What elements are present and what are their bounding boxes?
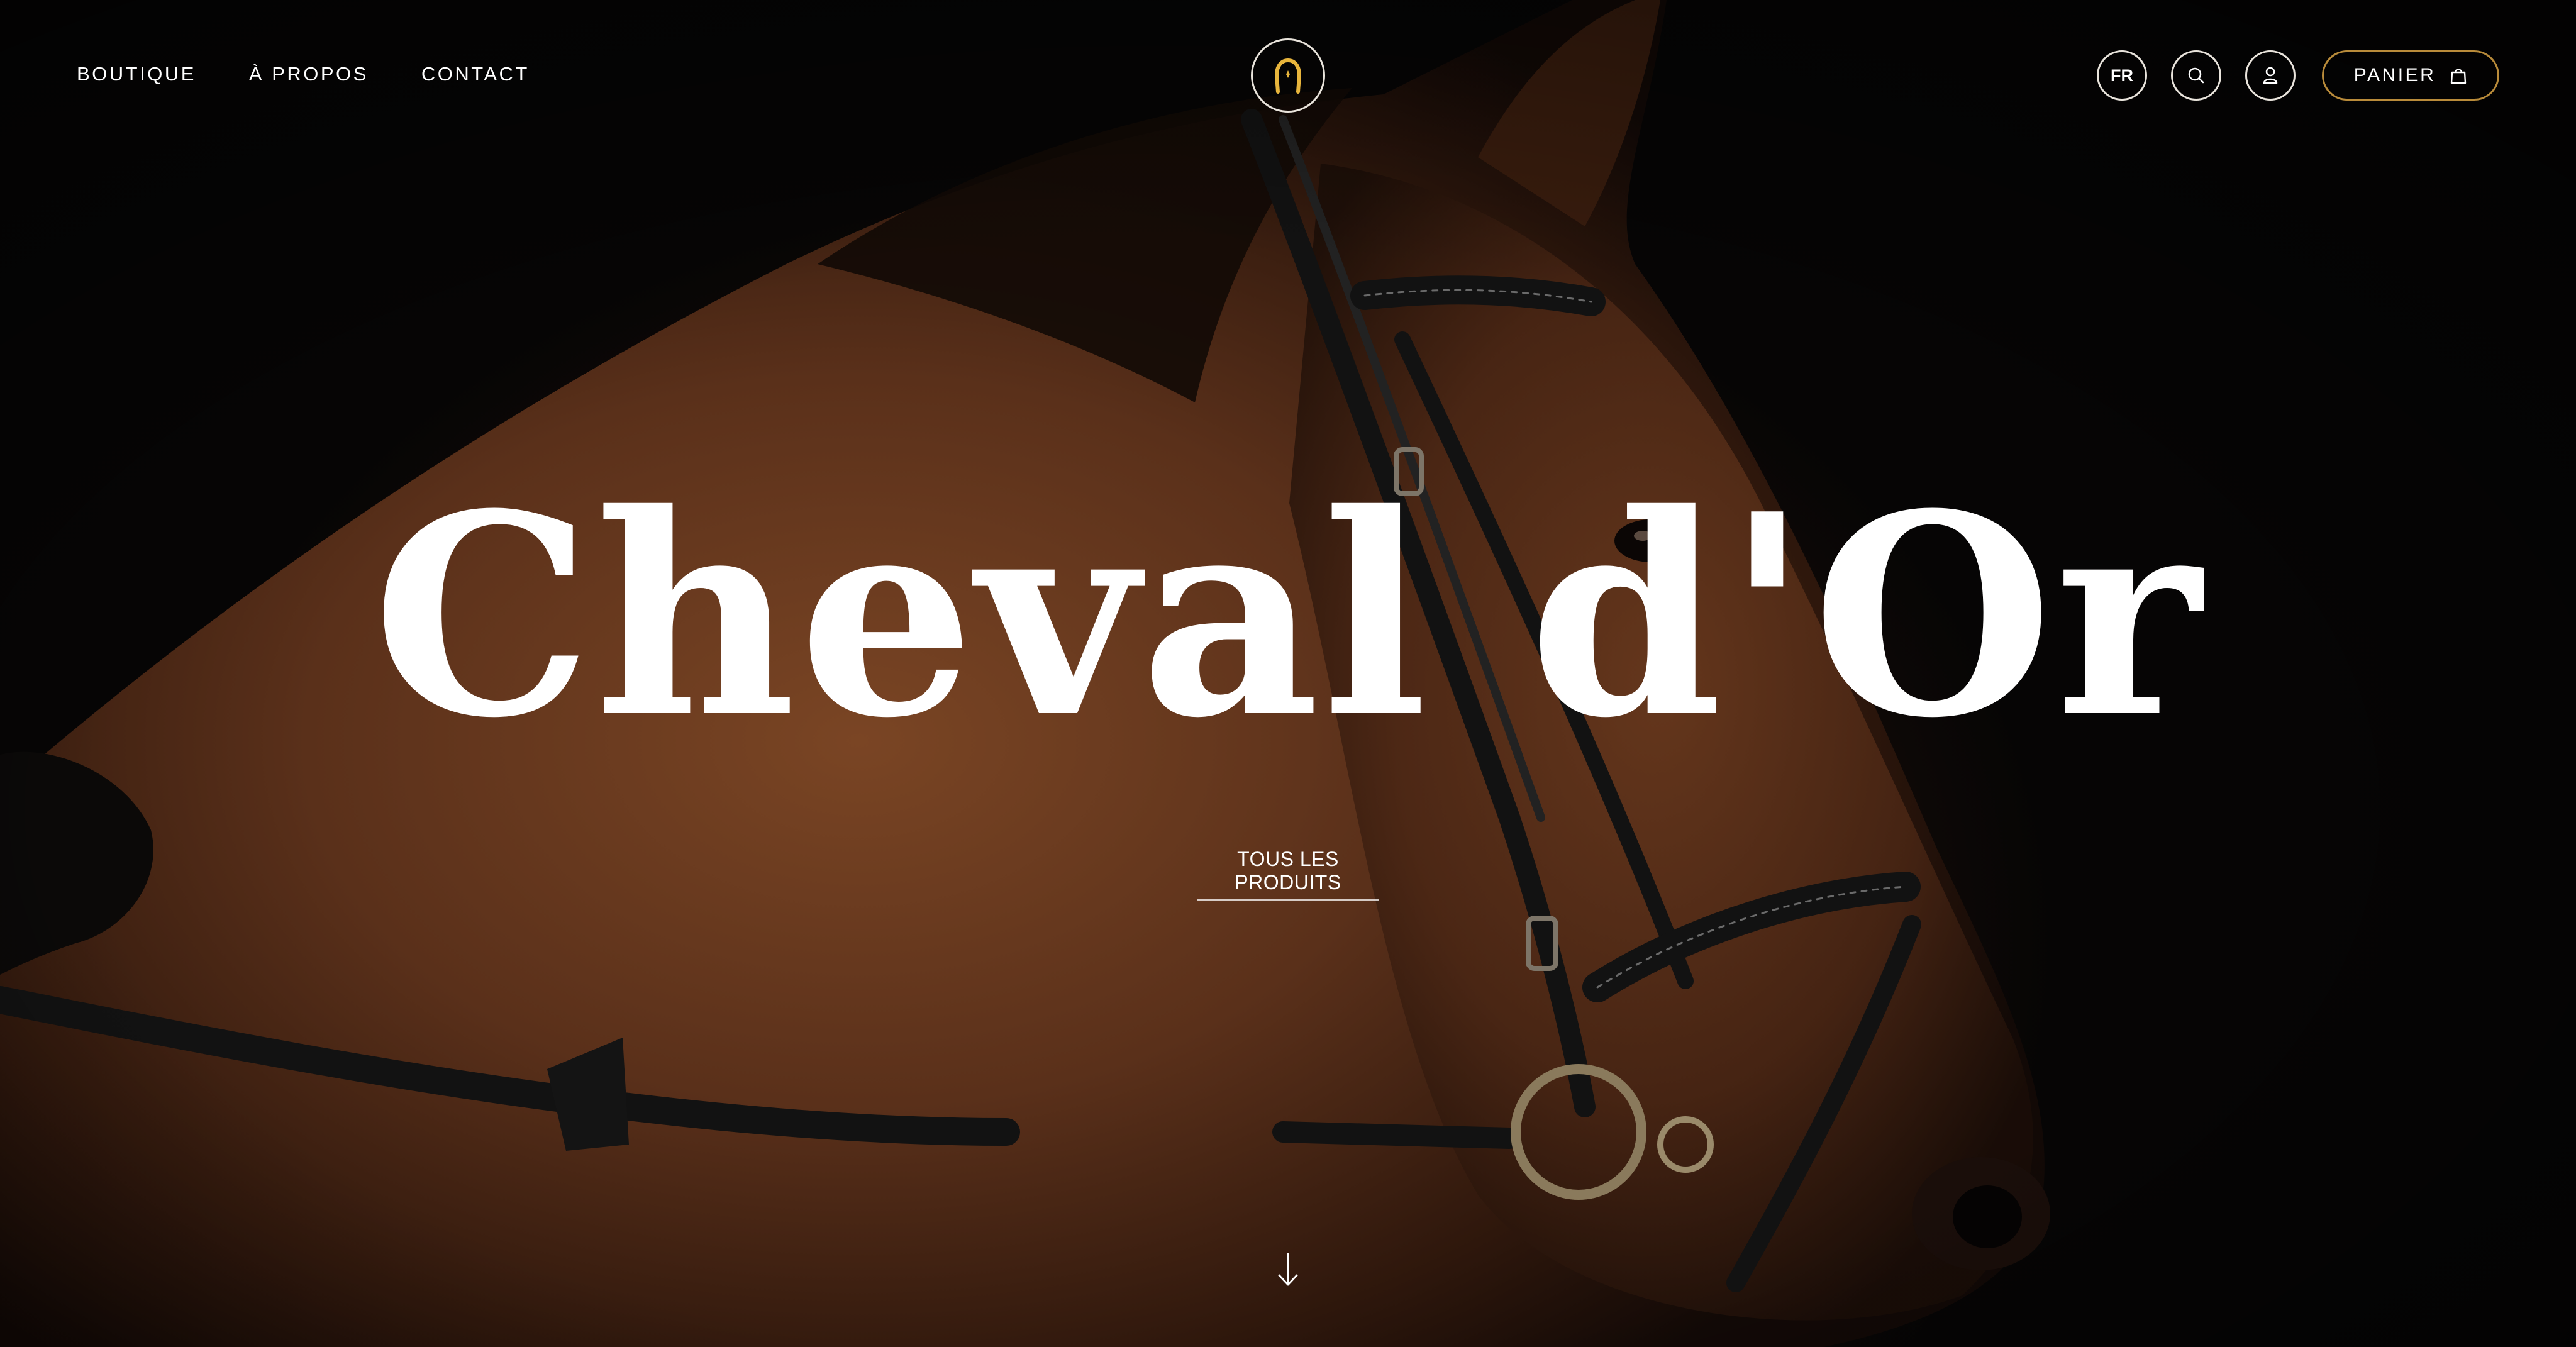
nav-actions: FR PANIER xyxy=(2097,50,2499,101)
shopping-bag-icon xyxy=(2451,69,2467,84)
arrow-down-icon[interactable] xyxy=(1275,1251,1301,1289)
cart-label: PANIER xyxy=(2353,65,2436,86)
cart-button[interactable]: PANIER xyxy=(2322,50,2499,101)
nav-link-boutique[interactable]: BOUTIQUE xyxy=(77,63,196,86)
nav-link-a-propos[interactable]: À PROPOS xyxy=(249,63,369,86)
account-button[interactable] xyxy=(2245,50,2296,101)
top-navigation: BOUTIQUE À PROPOS CONTACT FR PANIER xyxy=(0,0,2576,151)
search-button[interactable] xyxy=(2171,50,2221,101)
horseshoe-icon xyxy=(1274,58,1302,94)
user-icon xyxy=(2263,67,2278,84)
home-logo-button[interactable] xyxy=(1251,38,1325,113)
primary-nav: BOUTIQUE À PROPOS CONTACT xyxy=(77,63,530,86)
language-selector[interactable]: FR xyxy=(2097,50,2147,101)
nav-link-contact[interactable]: CONTACT xyxy=(421,63,530,86)
all-products-link[interactable]: TOUS LES PRODUITS xyxy=(1197,848,1379,901)
hero-title: Cheval d'Or xyxy=(372,453,2204,779)
search-icon xyxy=(2188,67,2204,84)
language-label: FR xyxy=(2111,65,2133,85)
hero-section: BOUTIQUE À PROPOS CONTACT FR PANIER Chev… xyxy=(0,0,2576,1347)
